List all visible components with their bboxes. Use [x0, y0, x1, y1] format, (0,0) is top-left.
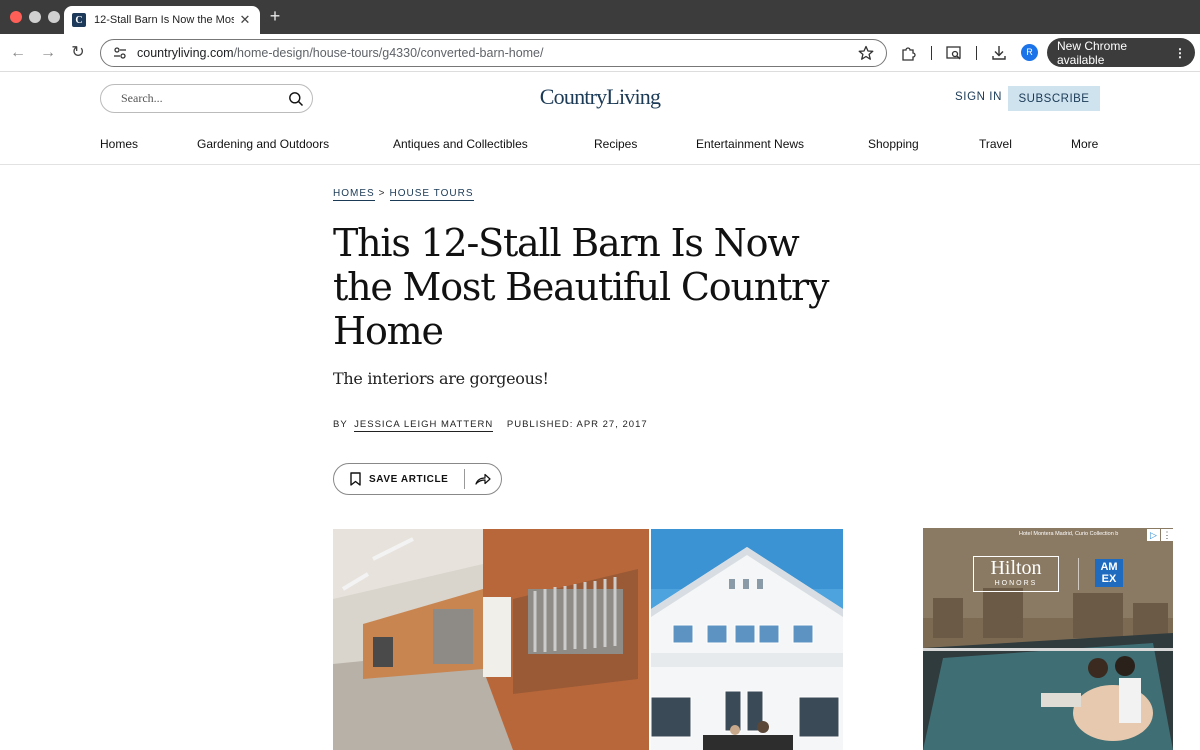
- browser-toolbar: ← → ↻ countryliving.com/home-design/hous…: [0, 34, 1200, 72]
- author-link[interactable]: JESSICA LEIGH MATTERN: [354, 419, 494, 432]
- toolbar-divider: [976, 46, 977, 60]
- back-arrow-icon[interactable]: ←: [8, 43, 28, 63]
- bookmark-icon: [350, 472, 361, 486]
- header-divider: [0, 164, 1200, 165]
- search-icon[interactable]: [288, 91, 304, 107]
- profile-avatar[interactable]: R: [1021, 44, 1038, 61]
- article-headline: This 12-Stall Barn Is Now the Most Beaut…: [333, 221, 829, 353]
- url-path: /home-design/house-tours/g4330/converted…: [233, 46, 544, 60]
- byline: BY JESSICA LEIGH MATTERN PUBLISHED: APR …: [333, 419, 648, 432]
- article-dek: The interiors are gorgeous!: [333, 369, 549, 388]
- minimize-window-button[interactable]: [29, 11, 41, 23]
- site-favicon-icon: C: [72, 13, 86, 27]
- site-logo[interactable]: CountryLiving: [520, 84, 680, 110]
- new-tab-button[interactable]: +: [266, 6, 284, 27]
- share-button[interactable]: [465, 464, 501, 494]
- ad-location-label: Hotel Montera Madrid, Curio Collection b: [1019, 531, 1119, 537]
- url-domain: countryliving.com: [137, 46, 234, 60]
- ad-brand-sub: HONORS: [994, 580, 1038, 587]
- nav-item-recipes[interactable]: Recipes: [594, 137, 637, 151]
- site-settings-icon[interactable]: [113, 46, 127, 60]
- extensions-puzzle-icon[interactable]: [900, 44, 918, 62]
- ad-more-icon[interactable]: ⋮: [1161, 529, 1173, 541]
- url-text: countryliving.com/home-design/house-tour…: [137, 46, 543, 60]
- hero-image-barn-interior[interactable]: [333, 529, 649, 750]
- ad-partner-logo: AM EX: [1095, 559, 1123, 587]
- nav-item-gardening[interactable]: Gardening and Outdoors: [197, 137, 329, 151]
- subscribe-button[interactable]: SUBSCRIBE: [1008, 86, 1100, 111]
- reload-icon[interactable]: ↻: [68, 43, 88, 63]
- site-search-input[interactable]: Search...: [100, 84, 313, 113]
- save-article-button[interactable]: SAVE ARTICLE: [334, 464, 464, 494]
- ad-brand-main: Hilton: [990, 557, 1042, 579]
- toolbar-divider: [931, 46, 932, 60]
- publish-date: PUBLISHED: APR 27, 2017: [506, 419, 648, 430]
- forward-arrow-icon[interactable]: →: [38, 43, 58, 63]
- bookmark-star-icon[interactable]: [858, 45, 874, 61]
- chrome-update-button[interactable]: New Chrome available ⋮: [1047, 38, 1195, 67]
- nav-item-entertainment[interactable]: Entertainment News: [696, 137, 804, 151]
- nav-item-shopping[interactable]: Shopping: [868, 137, 919, 151]
- main-navigation: Homes Gardening and Outdoors Antiques an…: [100, 137, 1100, 153]
- search-placeholder: Search...: [121, 91, 163, 105]
- ad-brand-logo: Hilton HONORS: [973, 556, 1059, 592]
- nav-item-homes[interactable]: Homes: [100, 137, 138, 151]
- ad-divider: [1078, 558, 1079, 590]
- hero-image-farmhouse-exterior[interactable]: [651, 529, 843, 750]
- breadcrumb-homes[interactable]: HOMES: [333, 188, 375, 201]
- share-arrow-icon: [475, 473, 491, 485]
- nav-item-antiques[interactable]: Antiques and Collectibles: [393, 137, 528, 151]
- breadcrumb-house-tours[interactable]: HOUSE TOURS: [389, 188, 474, 201]
- nav-item-more[interactable]: More: [1071, 137, 1098, 151]
- advertisement[interactable]: Hotel Montera Madrid, Curio Collection b…: [923, 528, 1173, 750]
- sign-in-link[interactable]: SIGN IN: [955, 91, 1002, 103]
- tab-title: 12-Stall Barn Is Now the Most: [94, 14, 234, 26]
- save-article-label: SAVE ARTICLE: [369, 473, 449, 485]
- close-window-button[interactable]: [10, 11, 22, 23]
- update-label: New Chrome available: [1057, 38, 1128, 67]
- browser-tab-strip: C 12-Stall Barn Is Now the Most ✕ +: [0, 0, 1200, 34]
- nav-item-travel[interactable]: Travel: [979, 137, 1012, 151]
- ad-choices-icon[interactable]: ▷: [1147, 529, 1160, 541]
- address-bar[interactable]: countryliving.com/home-design/house-tour…: [100, 39, 887, 67]
- tab-search-icon[interactable]: [945, 44, 963, 62]
- breadcrumb-separator: >: [378, 188, 386, 199]
- browser-tab-active[interactable]: C 12-Stall Barn Is Now the Most ✕: [64, 6, 260, 34]
- download-icon[interactable]: [990, 44, 1008, 62]
- tab-close-icon[interactable]: ✕: [238, 12, 252, 28]
- byline-prefix: BY: [333, 419, 348, 430]
- maximize-window-button[interactable]: [48, 11, 60, 23]
- breadcrumb: HOMES > HOUSE TOURS: [333, 188, 474, 201]
- article-actions: SAVE ARTICLE: [333, 463, 502, 495]
- chrome-menu-icon[interactable]: ⋮: [1174, 46, 1186, 60]
